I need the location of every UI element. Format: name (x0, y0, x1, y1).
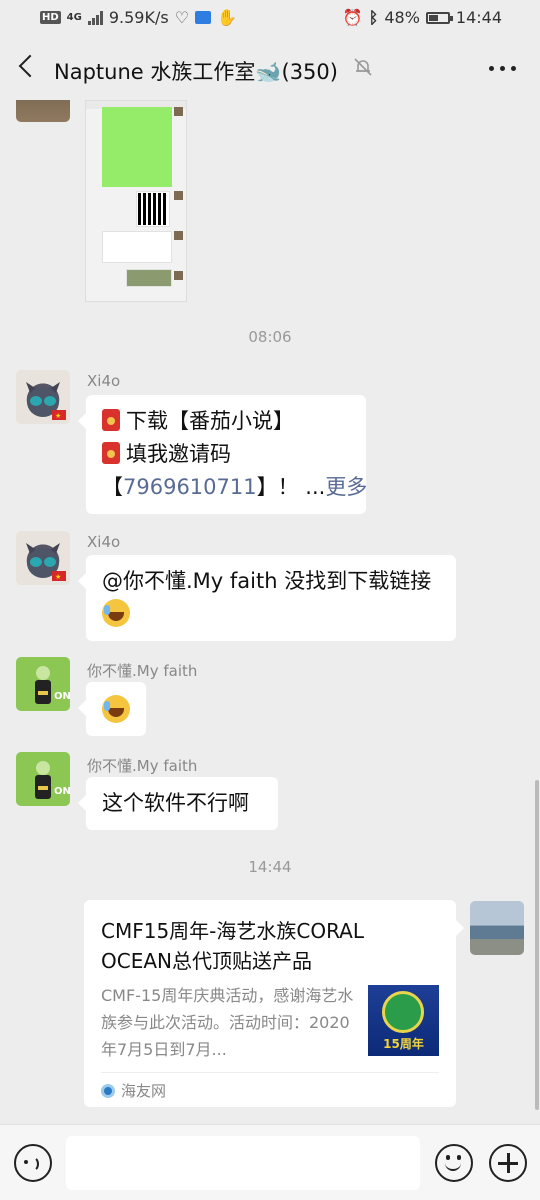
back-icon[interactable] (14, 52, 44, 82)
avatar[interactable]: ★ (16, 370, 70, 424)
message-text: @你不懂.My faith 没找到下载链接 (102, 569, 432, 593)
svg-text:★: ★ (55, 412, 61, 420)
timestamp: 14:44 (248, 858, 292, 876)
avatar[interactable]: ★ (16, 531, 70, 585)
cat-avatar-image: ★ (26, 382, 66, 420)
message-input[interactable] (66, 1136, 420, 1190)
battery-percent: 48% (384, 8, 420, 27)
signal-icon (87, 10, 103, 25)
svg-text:ON: ON (54, 786, 70, 797)
chat-area[interactable]: 08:06 ★ Xi4o 下载【番茄小说】 填我邀请码 【7969610711】… (0, 100, 540, 1124)
message-text: 】！ ... (256, 475, 326, 499)
clock: 14:44 (455, 8, 502, 27)
character-avatar-image: ON (35, 666, 70, 704)
more-icon[interactable] (489, 66, 516, 71)
message-text: 下载【番茄小说】 (126, 409, 294, 433)
plus-icon[interactable] (489, 1144, 527, 1182)
message-bubble[interactable] (78, 682, 146, 736)
red-packet-icon (102, 442, 120, 464)
anniversary-logo-icon (382, 991, 424, 1033)
more-link[interactable]: 更多 (325, 475, 367, 499)
sender-name: 你不懂.My faith (87, 662, 198, 680)
heart-icon: ♡ (174, 8, 190, 27)
screen-icon (195, 11, 212, 24)
alarm-icon: ⏰ (342, 8, 363, 27)
chat-header: Naptune 水族工作室🐋(350) (0, 36, 540, 100)
sender-name: 你不懂.My faith (87, 757, 198, 775)
sender-name: Xi4o (87, 533, 121, 551)
svg-text:ON: ON (54, 691, 70, 702)
voice-input-icon[interactable] (14, 1144, 52, 1182)
scrollbar[interactable] (535, 780, 539, 1110)
cat-avatar-image: ★ (26, 543, 66, 581)
divider (101, 1072, 439, 1073)
status-left: HD 4G 9.59K/s ♡ ✋ (40, 8, 237, 27)
thumbnail-label: 15周年 (383, 1037, 424, 1051)
chat-title: Naptune 水族工作室🐋(350) (54, 60, 338, 84)
message-text: 这个软件不行啊 (102, 791, 249, 815)
screenshot-image[interactable] (85, 100, 187, 302)
source-icon (101, 1083, 115, 1098)
message-text: 填我邀请码 (126, 442, 231, 466)
link-card-title: CMF15周年-海艺水族CORAL OCEAN总代顶贴送产品 (101, 919, 365, 973)
message-bubble[interactable]: 这个软件不行啊 (78, 777, 278, 830)
status-bar: HD 4G 9.59K/s ♡ ✋ ⏰ ᛒ 48% 14:44 (0, 0, 540, 36)
status-right: ⏰ ᛒ 48% 14:44 (343, 8, 502, 27)
avatar[interactable]: ON (16, 657, 70, 711)
mute-bell-icon (354, 58, 372, 76)
message-text: 【 (102, 475, 123, 499)
avatar[interactable]: ON (16, 752, 70, 806)
link-card-thumbnail: 15周年 (368, 985, 439, 1056)
source-name: 海友网 (121, 1082, 167, 1100)
link-card-description: CMF-15周年庆典活动，感谢海艺水族参与此次活动。活动时间：2020年7月5日… (101, 986, 354, 1059)
message-bubble[interactable]: 下载【番茄小说】 填我邀请码 【7969610711】！ ...更多 (78, 395, 367, 514)
battery-icon (425, 11, 453, 24)
hd-badge: HD (40, 11, 61, 24)
bluetooth-icon: ᛒ (368, 8, 379, 27)
message-bubble[interactable]: @你不懂.My faith 没找到下载链接 (78, 555, 456, 641)
network-speed: 9.59K/s (108, 8, 169, 27)
laugh-cry-emoji-icon (102, 599, 130, 627)
input-bar (0, 1124, 540, 1200)
emoji-icon[interactable] (435, 1144, 473, 1182)
avatar[interactable] (16, 100, 70, 122)
network-type: 4G (66, 12, 82, 23)
my-avatar[interactable] (470, 901, 524, 955)
link-card-source: 海友网 (101, 1080, 166, 1101)
laugh-cry-emoji-icon (102, 695, 130, 723)
invite-code-link[interactable]: 7969610711 (123, 475, 257, 499)
svg-text:★: ★ (55, 573, 61, 581)
timestamp: 08:06 (248, 328, 292, 346)
hand-icon: ✋ (217, 8, 237, 27)
link-card[interactable]: CMF15周年-海艺水族CORAL OCEAN总代顶贴送产品 CMF-15周年庆… (84, 900, 464, 1107)
red-packet-icon (102, 409, 120, 431)
character-avatar-image: ON (35, 761, 70, 799)
sender-name: Xi4o (87, 372, 121, 390)
